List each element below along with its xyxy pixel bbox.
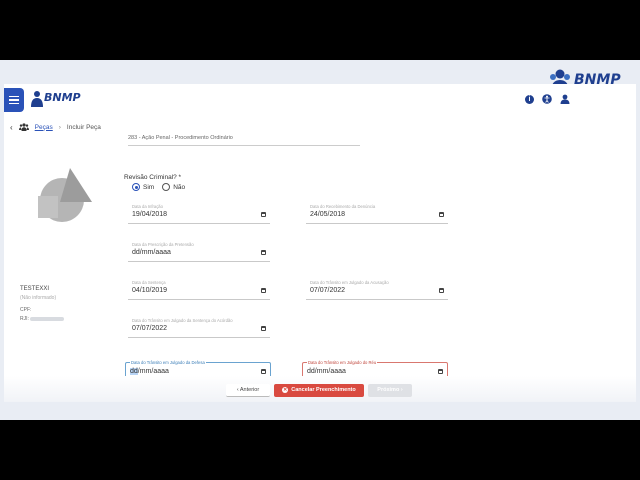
revisao-criminal-label: Revisão Criminal? * [124,174,182,181]
data-infracao-field[interactable]: Data da Infração 19/04/2018 [128,204,270,224]
data-transito-acusacao-value: 07/07/2022 [310,287,346,294]
menu-button[interactable] [4,88,24,112]
data-transito-reu-value: dd/mm/aaaa [307,368,346,375]
hamburger-icon [9,95,19,98]
info-icon[interactable]: i [525,94,534,104]
calendar-icon[interactable] [261,326,266,331]
next-button[interactable]: Próximo › [368,384,412,397]
data-transito-acusacao-label: Data do Trânsito em Julgado da Acusação [310,280,389,285]
back-chevron-icon[interactable]: ‹ [10,123,13,132]
calendar-icon[interactable] [261,288,266,293]
data-transito-acusacao-field[interactable]: Data do Trânsito em Julgado da Acusação … [306,280,448,300]
radio-sim[interactable]: Sim [132,183,154,191]
calendar-icon[interactable] [261,369,266,374]
data-prescricao-value: dd/mm/aaaa [132,249,171,256]
rji-value-redacted [30,317,64,321]
next-button-label: Próximo [377,387,400,393]
calendar-icon[interactable] [261,250,266,255]
data-recebimento-field[interactable]: Data do Recebimento da Denúncia 24/05/20… [306,204,448,224]
data-prescricao-label: Data da Prescrição da Pretensão [132,242,194,247]
radio-sim-indicator[interactable] [132,183,140,191]
close-circle-icon: ✕ [282,387,289,393]
data-infracao-value: 19/04/2018 [132,211,168,218]
data-transito-sentenca-field[interactable]: Data do Trânsito em Julgado da Sentença … [128,318,270,338]
data-transito-sentenca-value: 07/07/2022 [132,325,168,332]
data-recebimento-value: 24/05/2018 [310,211,346,218]
header-logo[interactable]: BNMP [30,90,90,114]
calendar-icon[interactable] [439,288,444,293]
video-frame: BNMP Banco Nacional de Medidas Penais e … [0,60,640,420]
data-prescricao-field[interactable]: Data da Prescrição da Pretensão dd/mm/aa… [128,242,270,262]
cpf-label: CPF: [20,307,32,313]
classe-field[interactable]: 283 - Ação Penal - Procedimento Ordinári… [128,134,360,146]
data-sentenca-field[interactable]: Data da Sentença 04/10/2019 [128,280,270,300]
data-sentenca-label: Data da Sentença [132,280,166,285]
people-icon [18,123,29,131]
document-placeholder-icon [38,168,92,222]
data-transito-defesa-value: dd/mm/aaaa [130,368,169,375]
breadcrumb: ‹ Peças › Incluir Peça [10,120,101,134]
previous-button[interactable]: ‹ Anterior [226,384,270,397]
accessibility-icon[interactable] [542,94,552,104]
calendar-icon[interactable] [438,369,443,374]
cancel-button[interactable]: ✕ Cancelar Preenchimento [274,384,364,397]
data-transito-sentenca-label: Data do Trânsito em Julgado da Sentença … [132,318,233,323]
person-name: TESTEXXI [20,286,50,292]
data-transito-defesa-rest: /mm/aaaa [137,368,169,375]
cancel-button-label: Cancelar Preenchimento [291,387,356,393]
data-infracao-label: Data da Infração [132,204,163,209]
header: BNMP i [4,84,636,118]
revisao-criminal-radios: Sim Não [132,183,185,191]
chevron-right-icon: › [399,387,403,393]
bnmp-logo-icon [31,91,43,107]
user-menu-icon[interactable] [560,94,570,104]
data-transito-reu-label: Data do Trânsito em Julgado do Réu [307,360,378,365]
breadcrumb-current: Incluir Peça [66,123,101,131]
radio-nao-indicator[interactable] [162,183,171,191]
data-transito-defesa-label: Data do Trânsito em Julgado da Defesa [130,360,206,365]
header-icons: i [525,94,570,104]
data-sentenca-value: 04/10/2019 [132,287,168,294]
radio-nao[interactable]: Não [162,183,185,191]
calendar-icon[interactable] [439,212,444,217]
data-transito-defesa-selected-segment: dd [130,368,138,375]
app-window: BNMP i ‹ Peças › Incluir Peça 283 - Ação… [4,84,636,402]
data-recebimento-label: Data do Recebimento da Denúncia [310,204,376,209]
breadcrumb-pecas-link[interactable]: Peças [35,124,53,131]
rji-label: RJI: [20,316,29,322]
radio-sim-label: Sim [143,183,155,191]
breadcrumb-separator-icon: › [58,123,61,131]
person-subtitle: (Não informado) [20,295,57,301]
previous-button-label: Anterior [239,387,260,393]
header-logo-text: BNMP [44,91,81,104]
radio-nao-label: Não [173,183,186,191]
calendar-icon[interactable] [261,212,266,217]
